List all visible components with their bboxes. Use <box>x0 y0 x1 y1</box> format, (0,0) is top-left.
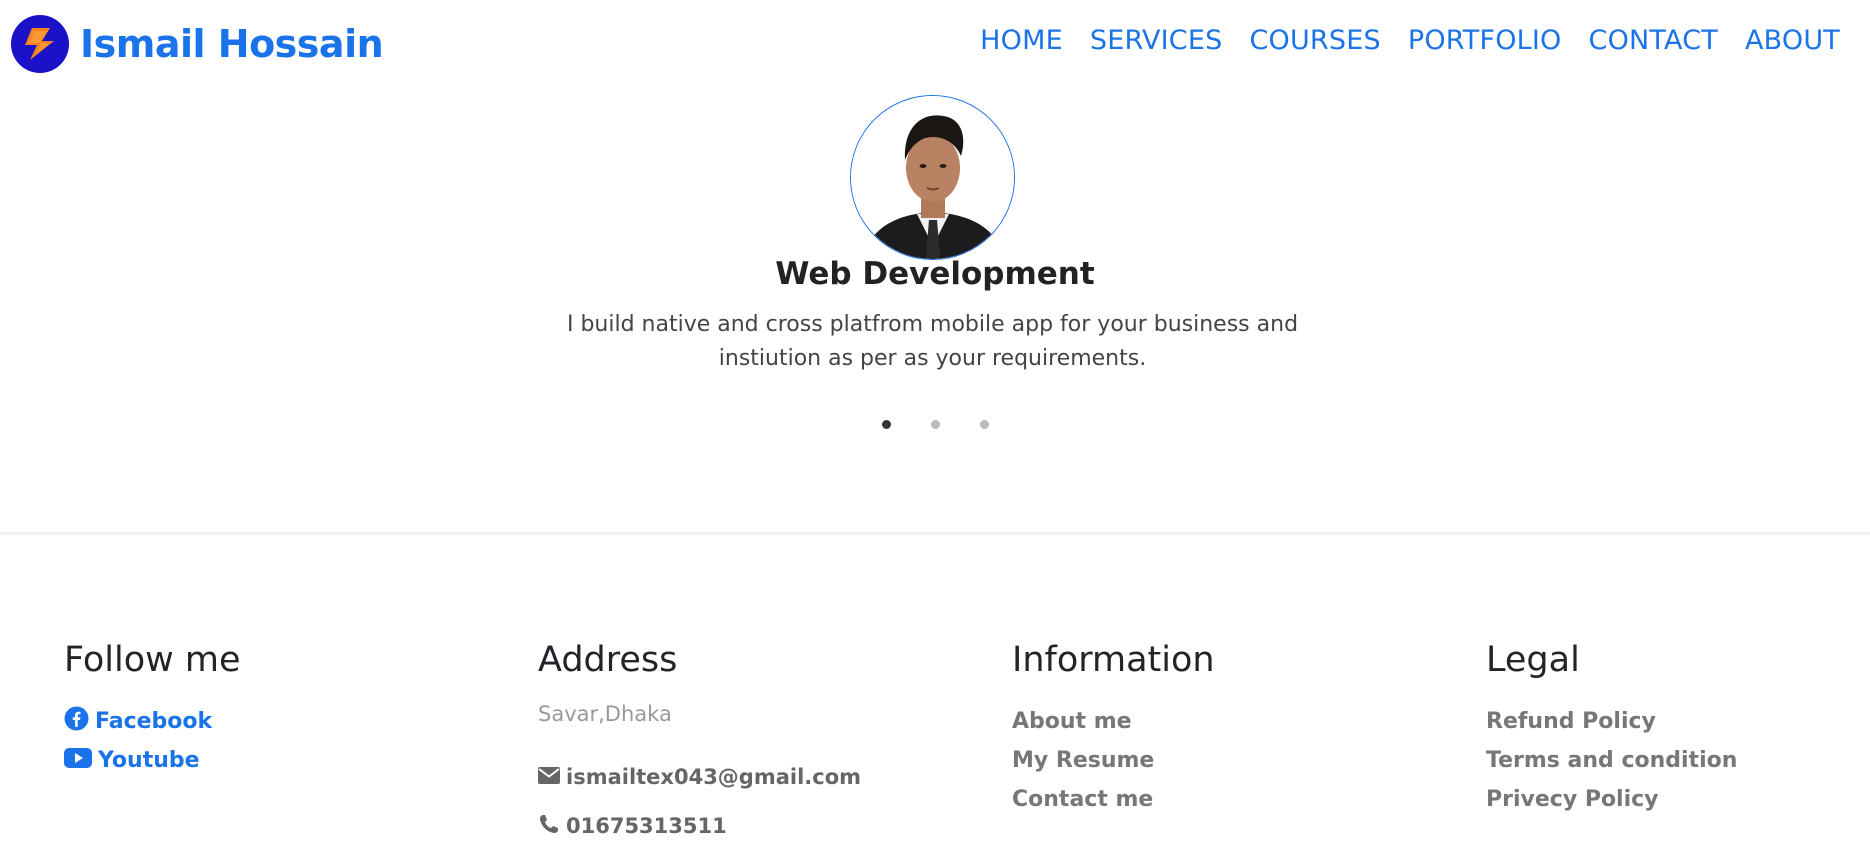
youtube-link[interactable]: Youtube <box>64 741 241 780</box>
facebook-icon <box>64 706 95 737</box>
carousel-indicators <box>0 420 1870 429</box>
phone-text: 01675313511 <box>566 814 727 838</box>
youtube-label: Youtube <box>98 748 200 773</box>
services-carousel: Web Development I build native and cross… <box>0 86 1870 526</box>
privacy-policy-link[interactable]: Privecy Policy <box>1486 780 1737 819</box>
my-resume-link[interactable]: My Resume <box>1012 741 1215 780</box>
address-location: Savar,Dhaka <box>538 702 672 726</box>
facebook-link[interactable]: Facebook <box>64 702 241 741</box>
phone-icon <box>538 813 566 840</box>
slide-title: Web Development <box>775 256 1095 292</box>
carousel-indicator-3[interactable] <box>979 420 989 429</box>
footer-legal-heading: Legal <box>1486 640 1580 680</box>
footer-information-heading: Information <box>1012 640 1215 680</box>
nav-services[interactable]: SERVICES <box>1090 25 1223 56</box>
facebook-label: Facebook <box>95 709 213 734</box>
footer-follow-heading: Follow me <box>64 640 241 680</box>
carousel-indicator-1[interactable] <box>881 420 891 429</box>
youtube-icon <box>64 747 98 774</box>
terms-link[interactable]: Terms and condition <box>1486 741 1737 780</box>
nav-portfolio[interactable]: PORTFOLIO <box>1408 25 1562 56</box>
brand-logo-icon <box>10 14 70 74</box>
navbar: Ismail Hossain HOME SERVICES COURSES POR… <box>0 0 1870 86</box>
contact-me-link[interactable]: Contact me <box>1012 780 1215 819</box>
profile-photo <box>850 95 1015 260</box>
footer-follow-column: Follow me Facebook Youtube <box>64 640 241 780</box>
address-phone: 01675313511 <box>538 806 861 846</box>
carousel-indicator-2[interactable] <box>930 420 940 429</box>
nav-about[interactable]: ABOUT <box>1745 25 1840 56</box>
brand-link[interactable]: Ismail Hossain <box>10 14 384 74</box>
footer-address-heading: Address <box>538 640 678 680</box>
main-nav: HOME SERVICES COURSES PORTFOLIO CONTACT … <box>953 25 1840 56</box>
email-text: ismailtex043@gmail.com <box>566 765 862 789</box>
footer-legal-column: Legal Refund Policy Terms and condition … <box>1486 640 1737 819</box>
about-me-link[interactable]: About me <box>1012 702 1215 741</box>
nav-home[interactable]: HOME <box>980 25 1063 56</box>
slide-description: I build native and cross platfrom mobile… <box>566 312 1299 371</box>
section-divider <box>0 532 1870 535</box>
envelope-icon <box>538 765 566 789</box>
nav-contact[interactable]: CONTACT <box>1589 25 1718 56</box>
refund-policy-link[interactable]: Refund Policy <box>1486 702 1737 741</box>
nav-courses[interactable]: COURSES <box>1249 25 1380 56</box>
address-email: ismailtex043@gmail.com <box>538 748 861 806</box>
footer-address-column: Address Savar,Dhaka ismailtex043@gmail.c… <box>538 640 861 846</box>
footer-information-column: Information About me My Resume Contact m… <box>1012 640 1215 819</box>
brand-name: Ismail Hossain <box>80 22 384 66</box>
